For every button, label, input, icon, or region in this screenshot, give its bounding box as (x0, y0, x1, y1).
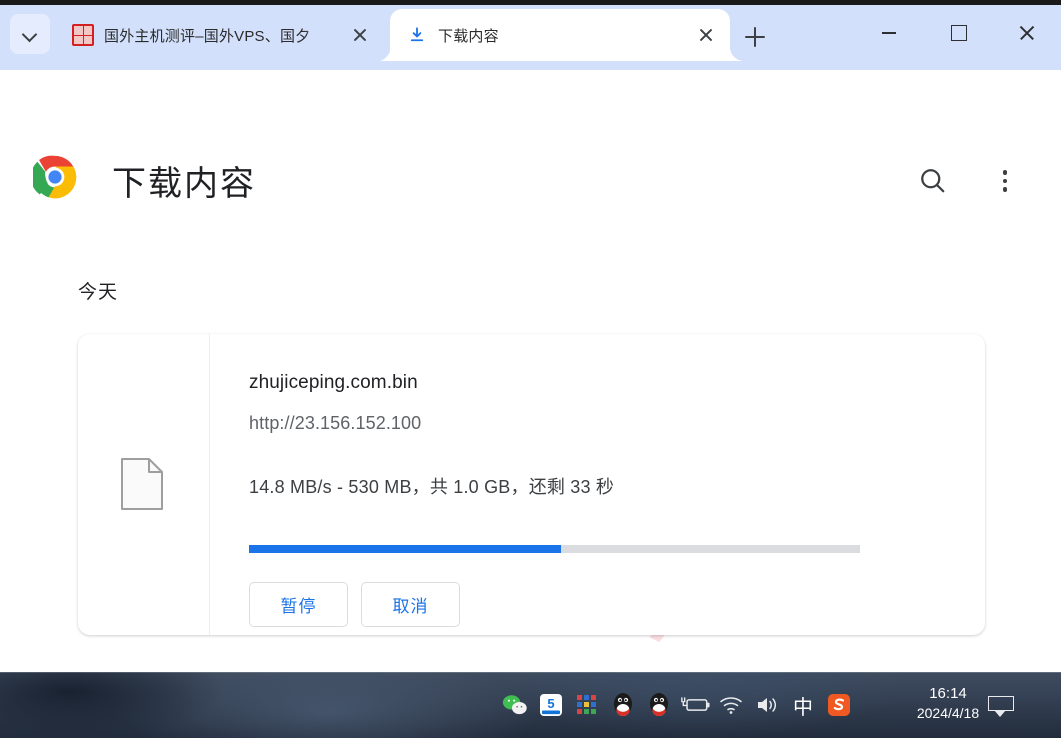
tab-downloads[interactable]: 下载内容 (376, 9, 730, 61)
qq-penguin-2-icon[interactable] (641, 672, 677, 738)
site-favicon (72, 24, 94, 46)
qq-penguin-icon[interactable] (605, 672, 641, 738)
tab-close-button[interactable] (350, 25, 370, 45)
tab-title: 国外主机测评–国外VPS、国夕 (104, 27, 311, 45)
download-progress-fill (249, 545, 561, 553)
section-date-label: 今天 (78, 282, 119, 303)
maximize-button[interactable] (923, 0, 992, 64)
page-title: 下载内容 (112, 165, 256, 203)
browser-toolbar: Chrome chrome://downloads (0, 70, 1061, 199)
wechat-icon[interactable] (497, 672, 533, 738)
tab-title: 下载内容 (438, 27, 499, 45)
download-source-url[interactable]: http://23.156.152.100 (249, 413, 421, 434)
tab-strip: 国外主机测评–国外VPS、国夕 下载内容 (0, 0, 1061, 70)
download-favicon (406, 24, 428, 46)
download-progress-bar (249, 545, 860, 553)
download-item-card: zhujiceping.com.bin http://23.156.152.10… (78, 334, 985, 635)
color-grid-icon[interactable] (569, 672, 605, 738)
pause-button[interactable]: 暂停 (249, 582, 348, 627)
close-button[interactable] (992, 0, 1061, 64)
downloads-page-header: 下载内容 (0, 129, 1061, 235)
wifi-icon[interactable] (713, 672, 749, 738)
browser-window: 国外主机测评–国外VPS、国夕 下载内容 下载内容 今天 zhujiceping… (0, 0, 1061, 738)
clock-time: 16:14 (929, 685, 967, 702)
cancel-button[interactable]: 取消 (361, 582, 460, 627)
clock-date: 2024/4/18 (916, 705, 980, 722)
chevron-down-icon (23, 27, 37, 41)
card-divider (209, 334, 210, 635)
tab-site[interactable]: 国外主机测评–国外VPS、国夕 (56, 9, 384, 61)
search-downloads-button[interactable] (917, 165, 949, 197)
taskbar-clock[interactable]: 16:14 2024/4/18 (906, 684, 990, 723)
notification-icon[interactable] (988, 696, 1014, 717)
thunder-download-icon[interactable]: 5 (533, 672, 569, 738)
volume-icon[interactable] (749, 672, 785, 738)
generic-file-icon (121, 458, 163, 510)
chrome-logo (33, 155, 77, 199)
new-tab-button[interactable] (738, 20, 772, 54)
window-controls (854, 0, 1061, 64)
download-actions: 暂停 取消 (249, 582, 460, 627)
battery-charging-icon[interactable] (677, 672, 713, 738)
ime-indicator[interactable]: 中 (785, 672, 821, 738)
tab-close-button[interactable] (696, 25, 716, 45)
tab-search-button[interactable] (10, 14, 50, 54)
download-status-text: 14.8 MB/s - 530 MB，共 1.0 GB，还剩 33 秒 (249, 477, 615, 497)
ime-indicator-label: 中 (793, 694, 813, 719)
download-file-name[interactable]: zhujiceping.com.bin (249, 372, 418, 394)
minimize-button[interactable] (854, 0, 923, 64)
downloads-page: 下载内容 今天 zhujiceping.com zhujiceping.com.… (0, 129, 1061, 672)
system-tray: 5 中 (497, 672, 857, 738)
search-icon (921, 169, 945, 193)
svg-text:5: 5 (547, 696, 554, 711)
windows-taskbar: 5 中 16:14 2024/4/18 (0, 672, 1061, 738)
sogou-input-icon[interactable] (821, 672, 857, 738)
downloads-menu-button[interactable] (996, 165, 1014, 197)
